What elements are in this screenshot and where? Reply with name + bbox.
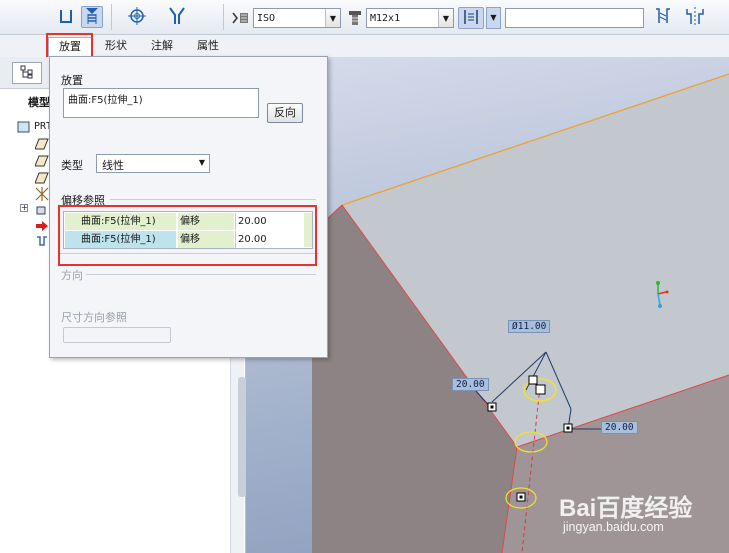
dim-direction-collector[interactable] — [63, 327, 171, 343]
tapped-hole-button[interactable] — [652, 6, 674, 28]
coordinate-system-icon[interactable] — [35, 187, 49, 201]
toolbar-separator — [111, 4, 112, 30]
offset-ref-cell[interactable]: 曲面:F5(拉伸_1) — [65, 231, 176, 248]
counterbore-button[interactable] — [684, 6, 706, 28]
thread-standard-dropdown[interactable]: ISO ▼ — [253, 8, 341, 28]
screw-size-value: M12x1 — [370, 12, 401, 24]
type-label: 类型 — [61, 159, 83, 172]
diameter-handle — [528, 375, 538, 385]
part-icon[interactable] — [17, 121, 31, 133]
direction-label: 方向 — [61, 269, 83, 282]
section-divider — [86, 274, 316, 275]
screw-size-dropdown[interactable]: M12x1 ▼ — [366, 8, 454, 28]
extrude-feature-icon[interactable] — [35, 204, 49, 216]
section-divider — [110, 199, 316, 200]
offset-right-dimension-label[interactable]: 20.00 — [601, 421, 638, 434]
tree-icon — [20, 65, 34, 82]
tap-icon — [654, 7, 672, 28]
offset-refs-label: 偏移参照 — [61, 194, 105, 207]
tab-note[interactable]: 注解 — [146, 37, 178, 55]
diameter-dimension-label[interactable]: Ø11.00 — [508, 320, 551, 333]
table-scrollbar[interactable] — [304, 213, 312, 247]
tab-placement[interactable]: 放置 — [48, 37, 92, 57]
insert-here-arrow-icon[interactable] — [35, 220, 49, 232]
offset-left-dimension-label[interactable]: 20.00 — [452, 378, 489, 391]
chevron-down-icon[interactable]: ▼ — [438, 9, 453, 27]
depth-value-field[interactable] — [505, 8, 644, 28]
placement-reference-item[interactable]: 曲面:F5(拉伸_1) — [68, 91, 143, 106]
placement-panel: 放置 曲面:F5(拉伸_1) 反向 类型 线性 ▼ 偏移参照 曲面:F5(拉伸_… — [49, 56, 328, 358]
sketch-hole-button[interactable] — [126, 6, 148, 28]
type-dropdown[interactable]: 线性 ▼ — [96, 154, 210, 173]
dim-direction-label: 尺寸方向参照 — [61, 311, 127, 324]
datum-plane-icon[interactable] — [34, 172, 49, 184]
dashboard-toolbar: ISO ▼ M12x1 ▼ ▼ — [0, 0, 729, 35]
screw-size-icon — [347, 10, 363, 29]
screw-standard-icon — [232, 10, 250, 29]
tree-scrollbar-thumb[interactable] — [238, 377, 246, 497]
threaded-hole-icon — [84, 7, 100, 28]
depth-option-dropdown[interactable]: ▼ — [486, 7, 501, 29]
offset-type-cell[interactable]: 偏移 — [178, 231, 234, 248]
countersink-icon — [169, 6, 185, 28]
offset-references-table[interactable]: 曲面:F5(拉伸_1) 偏移 20.00 曲面:F5(拉伸_1) 偏移 20.0… — [63, 211, 313, 249]
table-row[interactable]: 曲面:F5(拉伸_1) 偏移 20.00 — [65, 213, 303, 230]
chevron-down-icon: ▼ — [490, 13, 497, 22]
offset-type-cell[interactable]: 偏移 — [178, 213, 234, 230]
simple-hole-icon — [58, 8, 74, 27]
chevron-down-icon[interactable]: ▼ — [199, 158, 205, 167]
table-row[interactable]: 曲面:F5(拉伸_1) 偏移 20.00 — [65, 231, 303, 248]
standard-hole-button[interactable] — [81, 6, 103, 28]
placement-handle — [535, 384, 546, 395]
counterbore-icon — [686, 6, 704, 28]
offset-value-cell[interactable]: 20.00 — [235, 231, 303, 248]
tab-properties[interactable]: 属性 — [192, 37, 224, 55]
placement-reference-collector[interactable]: 曲面:F5(拉伸_1) — [63, 88, 259, 118]
datum-plane-icon[interactable] — [34, 155, 49, 167]
watermark-url: jingyan.baidu.com — [563, 520, 664, 534]
watermark-logo: Bai百度经验 — [559, 495, 693, 522]
offset-value-cell[interactable]: 20.00 — [235, 213, 303, 230]
placement-label: 放置 — [61, 74, 83, 87]
simple-hole-button[interactable] — [55, 6, 77, 28]
section-divider — [59, 253, 319, 254]
flip-button[interactable]: 反向 — [267, 103, 303, 123]
model-tree-tab[interactable] — [12, 62, 42, 84]
datum-plane-icon[interactable] — [34, 138, 49, 150]
crosshair-icon — [128, 6, 146, 28]
toolbar-separator — [223, 4, 224, 30]
type-value: 线性 — [102, 159, 124, 172]
depth-option-button[interactable] — [458, 7, 484, 29]
hole-feature-icon[interactable] — [35, 235, 49, 247]
thread-standard-value: ISO — [257, 12, 276, 24]
model-tree-label: 模型 — [28, 96, 50, 109]
offset-ref-cell[interactable]: 曲面:F5(拉伸_1) — [65, 213, 176, 230]
chevron-down-icon[interactable]: ▼ — [325, 9, 340, 27]
dashboard-tabs: 放置 形状 注解 属性 — [0, 35, 729, 57]
countersink-button[interactable] — [166, 6, 188, 28]
tab-shape[interactable]: 形状 — [100, 37, 132, 55]
expand-icon[interactable]: + — [20, 204, 28, 212]
depth-option-icon — [462, 9, 480, 28]
